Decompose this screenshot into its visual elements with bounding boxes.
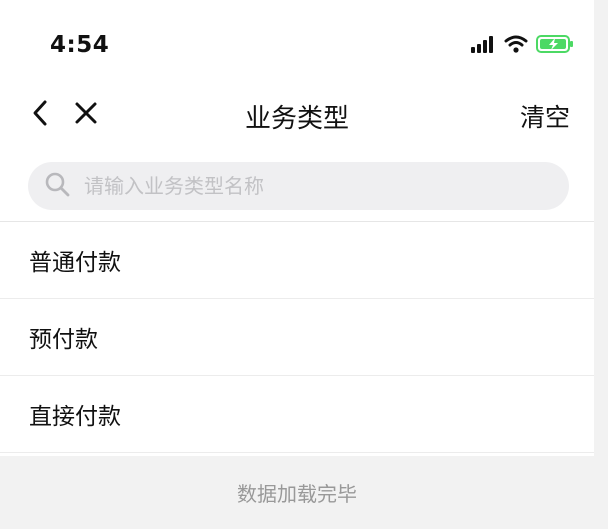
- wifi-icon: [504, 35, 528, 57]
- list-item[interactable]: 预付款: [0, 299, 594, 376]
- search-input[interactable]: [82, 173, 536, 199]
- status-time: 4:54: [50, 32, 110, 58]
- screen: 4:54 业务类型 清空 请输入业务类型名称 普通付款 预付款 直接付款 数据加…: [0, 0, 608, 529]
- battery-charging-icon: [536, 35, 574, 57]
- right-edge-strip: [594, 0, 608, 529]
- page-content: 4:54 业务类型 清空 请输入业务类型名称 普通付款 预付款 直接付款 数据加…: [0, 0, 594, 529]
- search-bar[interactable]: [28, 162, 569, 210]
- load-complete-footer: 数据加载完毕: [0, 456, 594, 529]
- clear-button[interactable]: 清空: [520, 98, 570, 134]
- status-icons: [470, 35, 574, 57]
- search-icon: [44, 171, 70, 201]
- status-bar: 4:54: [0, 22, 594, 70]
- business-type-list: 普通付款 预付款 直接付款: [0, 221, 594, 453]
- page-title: 业务类型: [244, 104, 349, 134]
- list-item-label: 直接付款: [29, 404, 121, 430]
- footer-text: 数据加载完毕: [237, 482, 357, 506]
- signal-icon: [470, 35, 496, 57]
- list-item-label: 普通付款: [29, 250, 121, 276]
- nav-bar: 业务类型 清空: [0, 88, 594, 142]
- list-item[interactable]: 直接付款: [0, 376, 594, 453]
- list-item[interactable]: 普通付款: [0, 222, 594, 299]
- list-item-label: 预付款: [29, 327, 98, 353]
